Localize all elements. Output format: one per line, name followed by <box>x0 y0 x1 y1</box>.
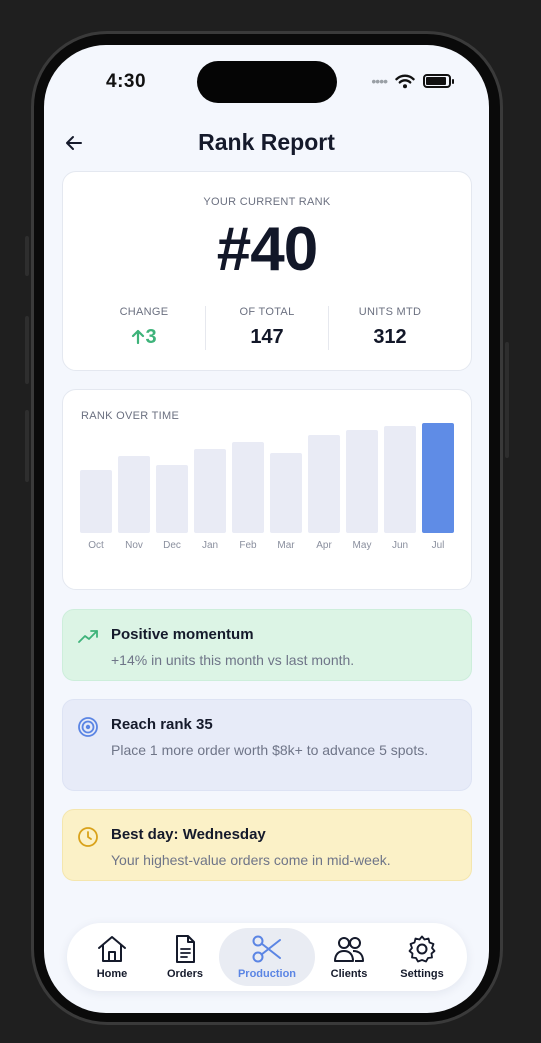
status-icons: •••• <box>371 73 454 89</box>
tab-label: Production <box>237 968 297 980</box>
bottom-tab-bar: Home Orders Production Clients Settings <box>67 923 467 991</box>
app-screen: 4:30 •••• Rank Report YOUR CURRENT RANK … <box>44 45 489 1013</box>
x-tick-label: Oct <box>88 540 104 551</box>
volume-down-button <box>25 410 29 482</box>
silent-switch <box>25 236 29 276</box>
insight-title: Best day: Wednesday <box>111 826 266 843</box>
change-value: 3 <box>145 326 157 348</box>
bar-apr <box>308 435 340 533</box>
current-rank-card: YOUR CURRENT RANK #40 CHANGE 3 OF TOTAL … <box>62 171 472 371</box>
tab-label: Settings <box>400 968 444 980</box>
target-icon <box>78 717 98 737</box>
stat-change: CHANGE 3 <box>83 306 205 350</box>
x-tick-label: Feb <box>239 540 257 551</box>
status-time: 4:30 <box>106 71 147 92</box>
insight-title: Reach rank 35 <box>111 716 213 733</box>
home-icon <box>98 936 126 962</box>
stat-value: 147 <box>250 326 284 348</box>
stat-units-mtd: UNITS MTD 312 <box>328 306 451 350</box>
bar-jul <box>422 423 454 533</box>
tab-clients[interactable]: Clients <box>315 928 383 986</box>
gear-icon <box>408 935 436 963</box>
trending-up-icon <box>78 630 98 643</box>
bar-dec <box>156 465 188 533</box>
x-tick-label: Apr <box>316 540 332 551</box>
bar-mar <box>270 453 302 533</box>
bar-may <box>346 430 378 533</box>
insight-body: Your highest-value orders come in mid-we… <box>111 852 391 868</box>
rank-bar-chart: Oct Nov Dec Jan Feb Mar Apr May Jun Jul <box>80 423 454 551</box>
bar-jun <box>384 426 416 533</box>
insight-body: Place 1 more order worth $8k+ to advance… <box>111 742 429 758</box>
x-tick-label: May <box>353 540 372 551</box>
document-icon <box>176 935 195 963</box>
tab-home[interactable]: Home <box>73 928 151 986</box>
wifi-icon <box>395 74 415 88</box>
bar-jan <box>194 449 226 533</box>
bar-nov <box>118 456 150 533</box>
rank-stats: CHANGE 3 OF TOTAL 147 UNITS MTD 312 <box>83 306 451 350</box>
x-tick-label: Nov <box>125 540 143 551</box>
users-icon <box>334 937 364 962</box>
x-tick-label: Dec <box>163 540 181 551</box>
bar-feb <box>232 442 264 533</box>
insight-positive-momentum: Positive momentum +14% in units this mon… <box>62 609 472 681</box>
arrow-up-icon <box>132 329 145 345</box>
insight-body: +14% in units this month vs last month. <box>111 652 355 668</box>
dynamic-island <box>197 61 337 103</box>
current-rank-label: YOUR CURRENT RANK <box>203 196 331 208</box>
stat-of-total: OF TOTAL 147 <box>205 306 328 350</box>
volume-up-button <box>25 316 29 384</box>
tab-label: Clients <box>330 968 368 980</box>
insight-reach-rank: Reach rank 35 Place 1 more order worth $… <box>62 699 472 791</box>
x-tick-label: Jul <box>432 540 445 551</box>
x-tick-label: Jun <box>392 540 408 551</box>
tab-label: Orders <box>166 968 204 980</box>
tab-settings[interactable]: Settings <box>383 928 461 986</box>
bar-oct <box>80 470 112 533</box>
stat-label: UNITS MTD <box>358 306 422 318</box>
stat-label: OF TOTAL <box>239 306 295 318</box>
page-title: Rank Report <box>198 129 335 155</box>
tab-label: Home <box>96 968 128 980</box>
tab-orders[interactable]: Orders <box>151 928 219 986</box>
current-rank-value: #40 <box>216 215 318 284</box>
signal-icon: •••• <box>371 73 388 89</box>
battery-icon <box>423 74 454 88</box>
stat-value: 312 <box>373 326 407 348</box>
insight-title: Positive momentum <box>111 626 254 643</box>
clock-icon <box>78 827 98 847</box>
stat-label: CHANGE <box>119 306 169 318</box>
power-button <box>505 342 509 458</box>
tab-production[interactable]: Production <box>219 928 315 986</box>
x-tick-label: Mar <box>277 540 295 551</box>
scissors-icon <box>252 935 281 963</box>
insight-best-day: Best day: Wednesday Your highest-value o… <box>62 809 472 881</box>
x-tick-label: Jan <box>202 540 218 551</box>
rank-over-time-card: RANK OVER TIME Oct Nov Dec Jan Feb Mar Apr May J… <box>62 389 472 590</box>
stat-value: 3 <box>83 326 205 349</box>
